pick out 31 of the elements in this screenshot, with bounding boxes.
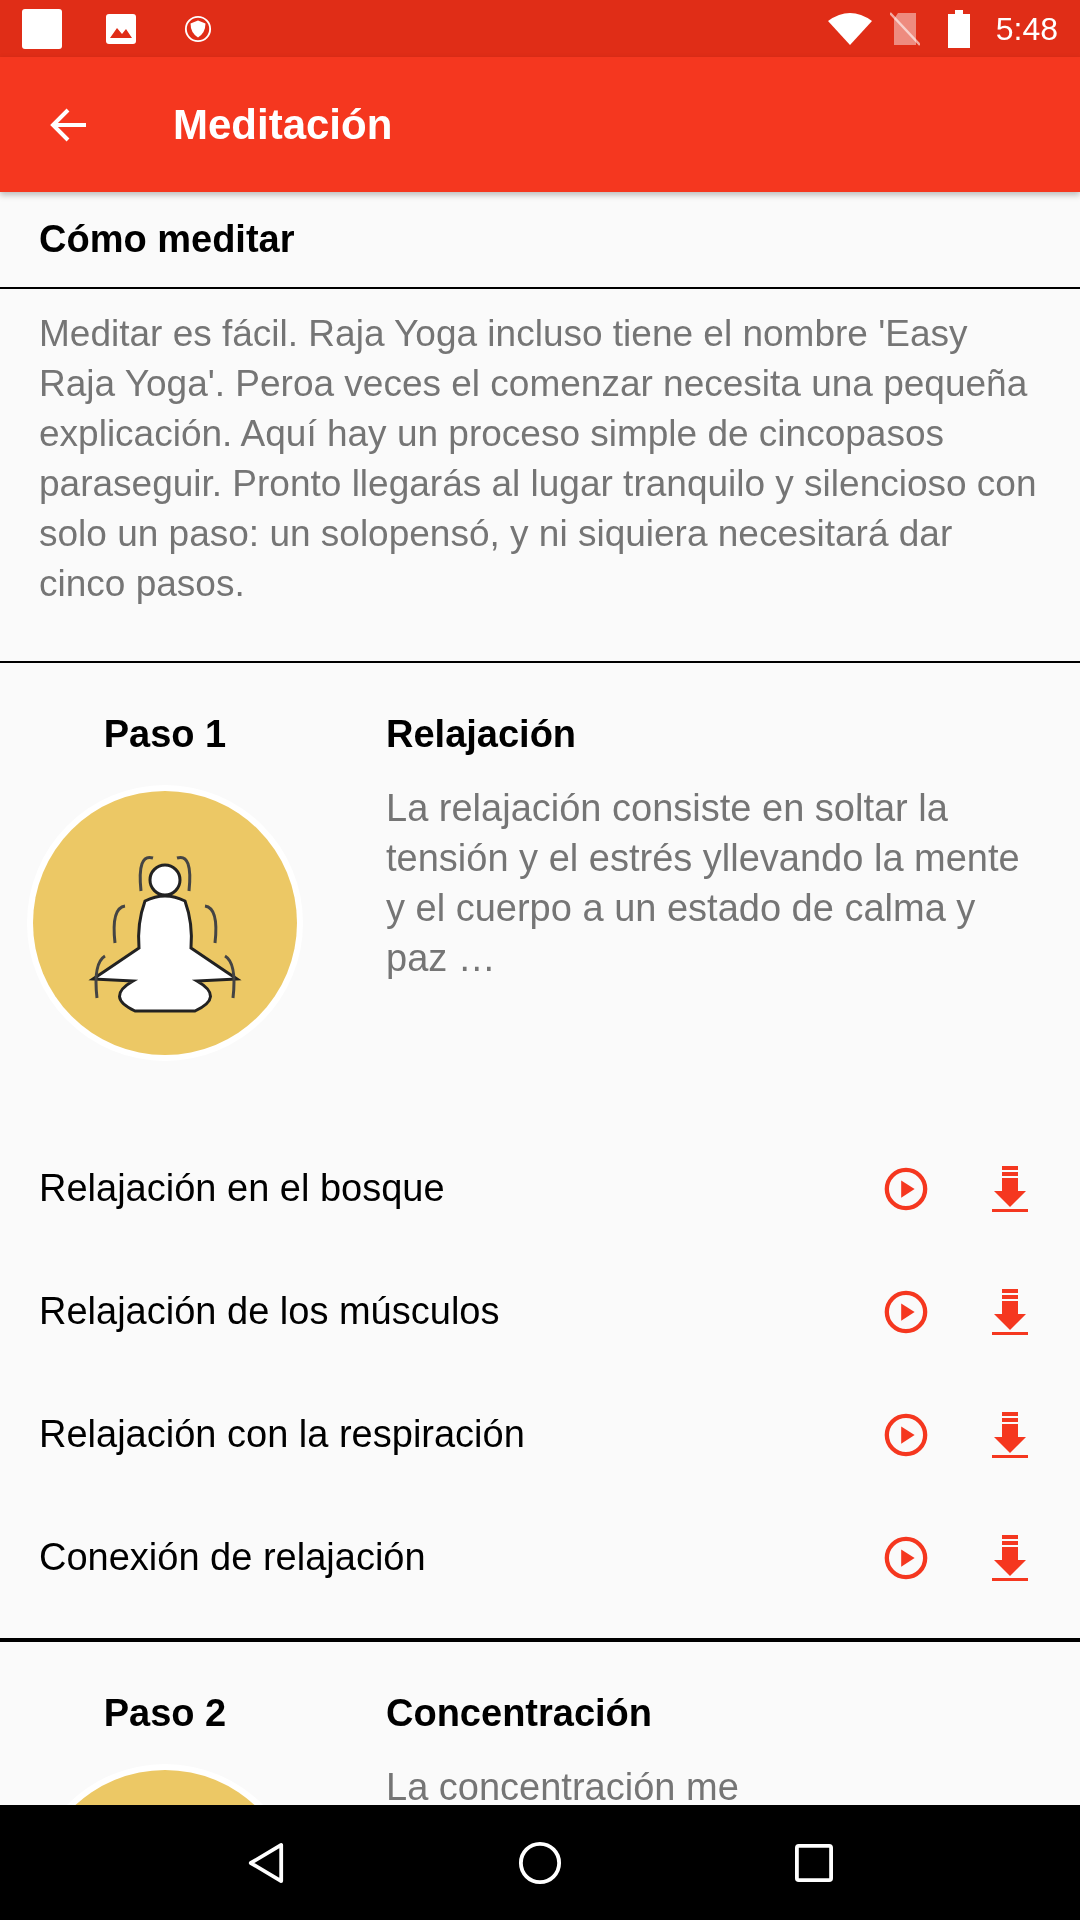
step-description: La concentración me bbox=[386, 1765, 739, 1805]
image-icon bbox=[106, 13, 136, 44]
download-icon bbox=[992, 1534, 1028, 1581]
step-label: Paso 1 bbox=[103, 712, 227, 757]
step-label: Paso 2 bbox=[103, 1691, 227, 1736]
step-title: Concentración bbox=[386, 1691, 654, 1736]
no-sim-icon bbox=[889, 10, 920, 47]
app-title: Meditación bbox=[173, 100, 393, 150]
track-title: Relajación con la respiración bbox=[39, 1412, 526, 1457]
play-icon bbox=[883, 1411, 929, 1458]
step-description: La relajación consiste en soltar la tensión y el estrés yllevando la mente y el cuerpo a un estado de calma y paz … bbox=[386, 786, 1021, 981]
section-title: Cómo meditar bbox=[39, 217, 295, 262]
back-icon[interactable] bbox=[246, 1841, 285, 1884]
download-icon bbox=[992, 1165, 1028, 1212]
play-icon bbox=[883, 1288, 929, 1335]
home-icon[interactable] bbox=[518, 1840, 562, 1885]
notification-icon bbox=[22, 8, 62, 49]
track-title: Conexión de relajación bbox=[39, 1535, 427, 1580]
wifi-icon bbox=[827, 12, 872, 45]
play-icon bbox=[883, 1165, 929, 1212]
intro-paragraph: Meditar es fácil. Raja Yoga incluso tiene el nombre 'Easy Raja Yoga'. Peroa veces el comenzar necesita una pequeña explicación. Aquí hay un proceso simple de cincopasos paraseguir. Pronto llegarás al lugar tranquilo y silencioso con solo un paso: un solopensó, y ni siquiera necesitará dar cinco pasos. bbox=[39, 312, 1038, 606]
shield-icon bbox=[184, 14, 212, 43]
battery-icon bbox=[947, 9, 970, 48]
track-title: Relajación en el bosque bbox=[39, 1166, 446, 1211]
download-icon bbox=[992, 1288, 1028, 1335]
recents-icon[interactable] bbox=[795, 1843, 834, 1882]
step-title: Relajación bbox=[386, 712, 578, 757]
download-icon bbox=[992, 1411, 1028, 1458]
track-title: Relajación de los músculos bbox=[39, 1289, 501, 1334]
play-icon bbox=[883, 1534, 929, 1581]
status-time: 5:48 bbox=[995, 9, 1058, 49]
